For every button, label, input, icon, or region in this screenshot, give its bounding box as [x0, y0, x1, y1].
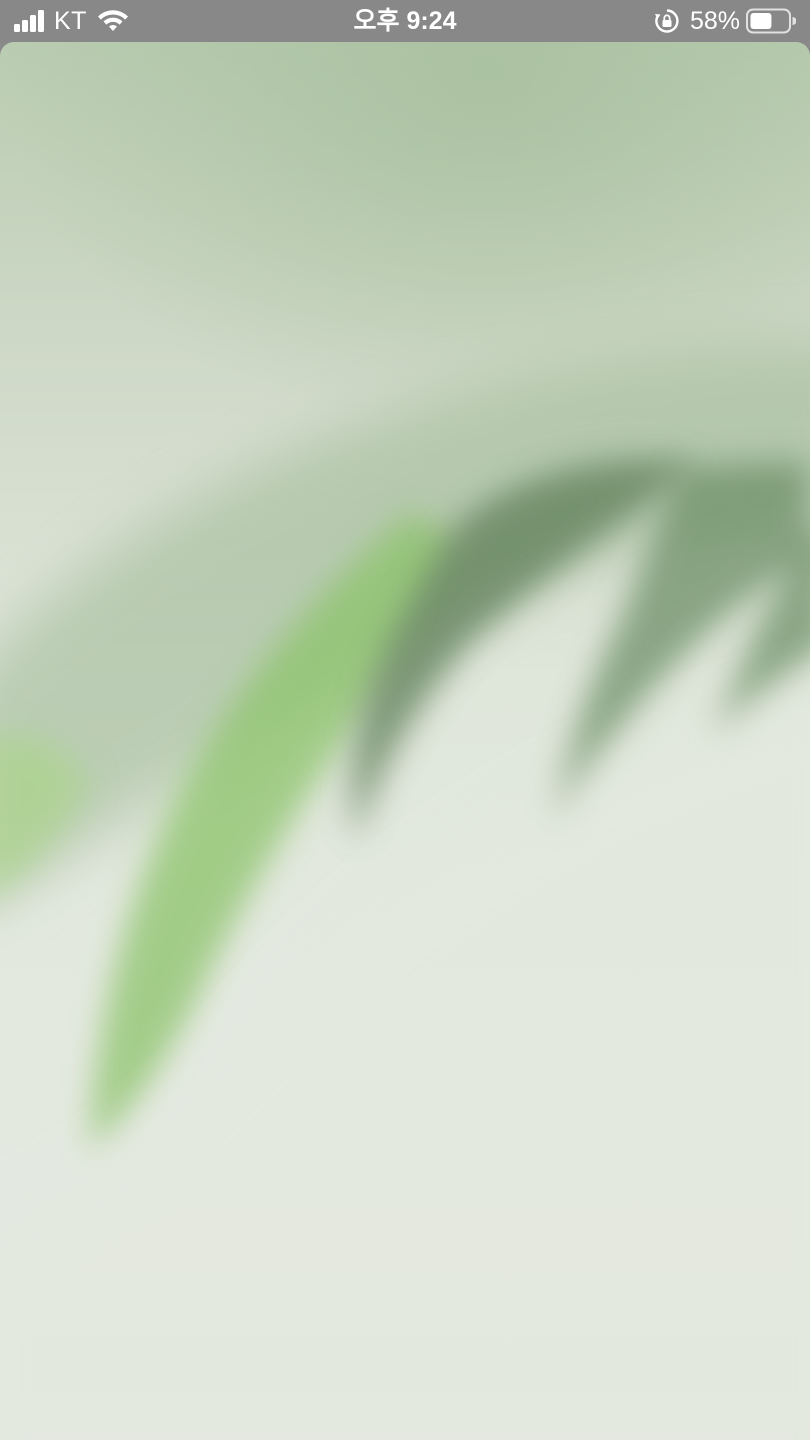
battery-percentage: 58%	[689, 6, 740, 35]
orientation-lock-icon	[654, 9, 679, 33]
phone-screen: KT 오후 9:24 58%	[0, 0, 810, 1440]
leaf-shadow-image	[0, 42, 810, 1440]
wallpaper-background	[0, 42, 810, 1440]
battery-icon	[746, 8, 796, 34]
status-right-group: 58%	[654, 6, 796, 36]
status-bar: KT 오후 9:24 58%	[0, 0, 810, 42]
